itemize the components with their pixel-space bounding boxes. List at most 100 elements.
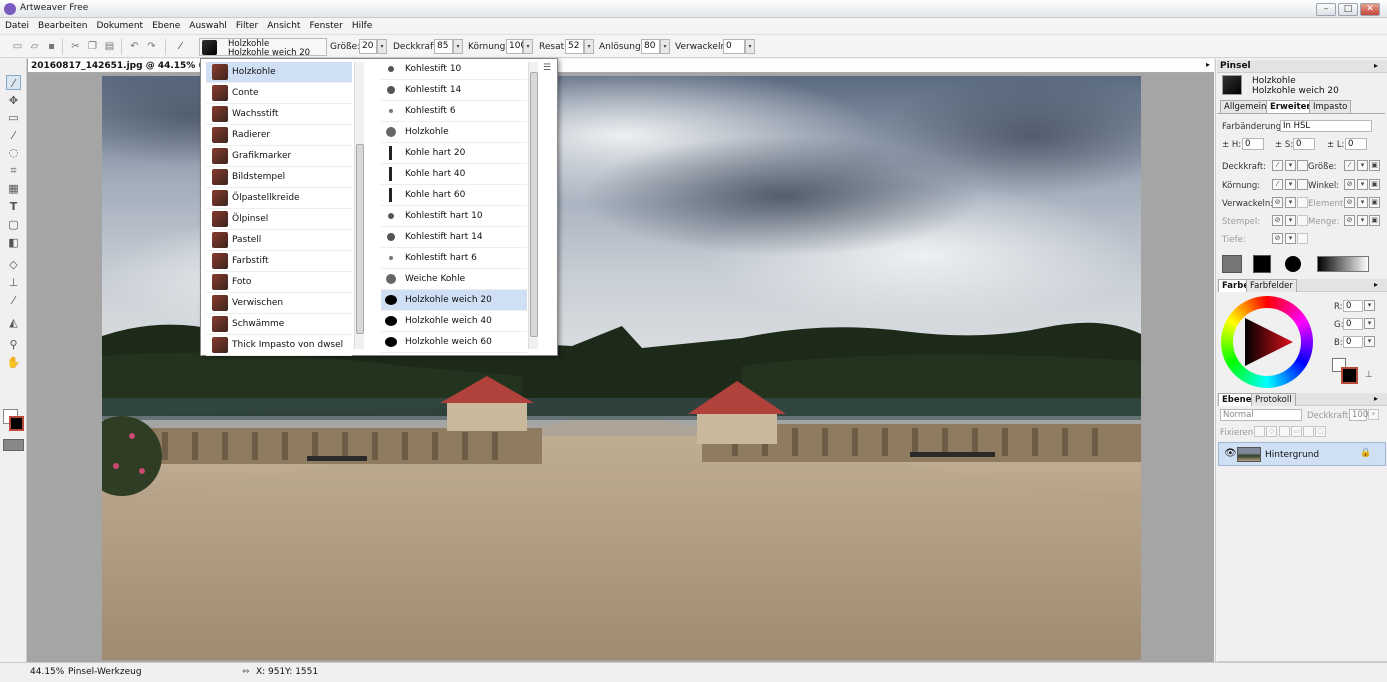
list-item[interactable]: Foto — [206, 272, 352, 293]
new-document-icon[interactable]: ▭ — [12, 41, 23, 52]
foreground-color-swatch[interactable] — [9, 416, 24, 431]
scrollbar-thumb[interactable] — [356, 144, 364, 334]
panel-menu-icon[interactable]: ▸ — [1374, 280, 1378, 289]
color-triangle[interactable] — [1239, 314, 1295, 370]
menu-fenster[interactable]: Fenster — [309, 21, 342, 31]
lock-icon[interactable]: ▢ — [1315, 426, 1326, 437]
gradient-icon[interactable]: ◧ — [6, 235, 21, 250]
checkbox[interactable] — [1254, 426, 1265, 437]
redo-icon[interactable]: ↷ — [146, 41, 157, 52]
checkbox[interactable] — [1303, 426, 1314, 437]
paste-icon[interactable]: ▤ — [104, 41, 115, 52]
zoom-level[interactable]: 44.15% — [30, 667, 64, 677]
opacity-spinner[interactable]: ▾ — [453, 39, 463, 54]
list-item[interactable]: Holzkohle weich 60 — [381, 332, 527, 353]
checkbox[interactable] — [1279, 426, 1290, 437]
stamp-icon[interactable]: ⊥ — [1365, 370, 1373, 380]
panel-menu-icon[interactable]: ▸ — [1206, 60, 1210, 69]
dropdown-arrow-icon[interactable]: ▾ — [1364, 300, 1375, 311]
eyedropper-icon[interactable]: ⁄ — [6, 293, 21, 308]
checkbox[interactable] — [1297, 233, 1308, 244]
dropdown-arrow-icon[interactable]: ▾ — [1357, 197, 1368, 208]
lock-pixels-icon[interactable]: ▭ — [1291, 426, 1302, 437]
list-item[interactable]: Kohlestift 14 — [381, 80, 527, 101]
menu-dokument[interactable]: Dokument — [96, 21, 143, 31]
save-icon[interactable]: ▪ — [46, 41, 57, 52]
list-item[interactable]: Wachsstift — [206, 104, 352, 125]
open-folder-icon[interactable]: ▱ — [29, 41, 40, 52]
clone-icon[interactable]: ⊥ — [6, 275, 21, 290]
scrollbar-thumb[interactable] — [530, 72, 538, 337]
list-item[interactable]: Verwischen — [206, 293, 352, 314]
menu-bearbeiten[interactable]: Bearbeiten — [38, 21, 87, 31]
resat-spinner[interactable]: ▾ — [584, 39, 594, 54]
zoom-icon[interactable]: ⚲ — [6, 337, 21, 352]
menu-ebene[interactable]: Ebene — [152, 21, 180, 31]
variant-scrollbar[interactable] — [528, 62, 538, 349]
dropdown-arrow-icon[interactable]: ▾ — [1285, 233, 1296, 244]
category-scrollbar[interactable] — [354, 62, 364, 349]
settings-icon[interactable]: ▣ — [1369, 215, 1380, 226]
red-input[interactable]: 0 — [1343, 300, 1363, 312]
list-item[interactable]: Bildstempel — [206, 167, 352, 188]
checkbox[interactable] — [1297, 179, 1308, 190]
list-item[interactable]: Kohlestift hart 6 — [381, 248, 527, 269]
jitter-input[interactable]: 0 — [723, 39, 745, 54]
list-item[interactable]: Schwämme — [206, 314, 352, 335]
blend-mode-select[interactable]: Normal — [1220, 409, 1302, 421]
list-item[interactable]: Kohlestift 10 — [381, 59, 527, 80]
blue-input[interactable]: 0 — [1343, 336, 1363, 348]
size-input[interactable]: 20 — [359, 39, 377, 54]
list-item[interactable]: Kohlestift hart 14 — [381, 227, 527, 248]
list-item[interactable]: Conte — [206, 83, 352, 104]
lightness-input[interactable]: 0 — [1345, 138, 1367, 150]
minimize-button[interactable]: – — [1316, 3, 1336, 16]
disabled-icon[interactable]: ⊘ — [1272, 197, 1283, 208]
copy-icon[interactable]: ❐ — [87, 41, 98, 52]
wand-icon[interactable]: ⁄ — [6, 128, 21, 143]
lock-transparency-icon[interactable]: ◇ — [1266, 426, 1277, 437]
list-item[interactable]: Farbstift — [206, 251, 352, 272]
dropdown-arrow-icon[interactable]: ▾ — [1357, 179, 1368, 190]
grain-spinner[interactable]: ▾ — [523, 39, 533, 54]
dropdown-arrow-icon[interactable]: ▾ — [1364, 318, 1375, 329]
list-item[interactable]: Holzkohle — [381, 122, 527, 143]
dropdown-arrow-icon[interactable]: ▾ — [1285, 160, 1296, 171]
dropdown-arrow-icon[interactable]: ▾ — [1285, 179, 1296, 190]
list-item[interactable]: Kohlestift hart 10 — [381, 206, 527, 227]
cut-icon[interactable]: ✂ — [70, 41, 81, 52]
rect-select-icon[interactable]: ▭ — [6, 110, 21, 125]
pen-pressure-icon[interactable]: ⁄ — [1272, 179, 1283, 190]
dropdown-arrow-icon[interactable]: ▾ — [1285, 197, 1296, 208]
tab-allgemein[interactable]: Allgemein — [1220, 100, 1271, 113]
move-tool-icon[interactable]: ✥ — [6, 93, 21, 108]
brush-tool-icon[interactable]: ⁄ — [6, 75, 21, 90]
list-item[interactable]: Kohle hart 60 — [381, 185, 527, 206]
pen-pressure-icon[interactable]: ⁄ — [1272, 160, 1283, 171]
list-item[interactable]: Kohle hart 20 — [381, 143, 527, 164]
gradient-swatch[interactable] — [1317, 256, 1369, 272]
dropdown-arrow-icon[interactable]: ▾ — [1357, 215, 1368, 226]
dropdown-arrow-icon[interactable]: ▾ — [1368, 409, 1379, 420]
list-item[interactable]: Holzkohle weich 20 — [381, 290, 527, 311]
green-input[interactable]: 0 — [1343, 318, 1363, 330]
layer-opacity-input[interactable]: 100 — [1349, 409, 1368, 421]
opacity-input[interactable]: 85 — [434, 39, 453, 54]
foreground-color-swatch[interactable] — [1341, 367, 1358, 384]
eraser-icon[interactable]: ◇ — [6, 257, 21, 272]
layer-row[interactable]: 👁 Hintergrund 🔒 — [1218, 442, 1386, 466]
texture-swatch[interactable] — [1222, 255, 1242, 273]
color-change-select[interactable]: In HSL — [1280, 120, 1372, 132]
disabled-icon[interactable]: ⊘ — [1344, 215, 1355, 226]
undo-icon[interactable]: ↶ — [129, 41, 140, 52]
jitter-spinner[interactable]: ▾ — [745, 39, 755, 54]
popup-menu-icon[interactable]: ☰ — [543, 63, 551, 73]
maximize-button[interactable]: □ — [1338, 3, 1358, 16]
panel-menu-icon[interactable]: ▸ — [1374, 61, 1378, 70]
list-item[interactable]: Thick Impasto von dwsel — [206, 335, 352, 356]
disabled-icon[interactable]: ⊘ — [1272, 215, 1283, 226]
grain-texture-icon[interactable] — [3, 439, 24, 451]
menu-ansicht[interactable]: Ansicht — [267, 21, 300, 31]
checkbox[interactable] — [1297, 215, 1308, 226]
tab-impasto[interactable]: Impasto — [1309, 100, 1352, 113]
